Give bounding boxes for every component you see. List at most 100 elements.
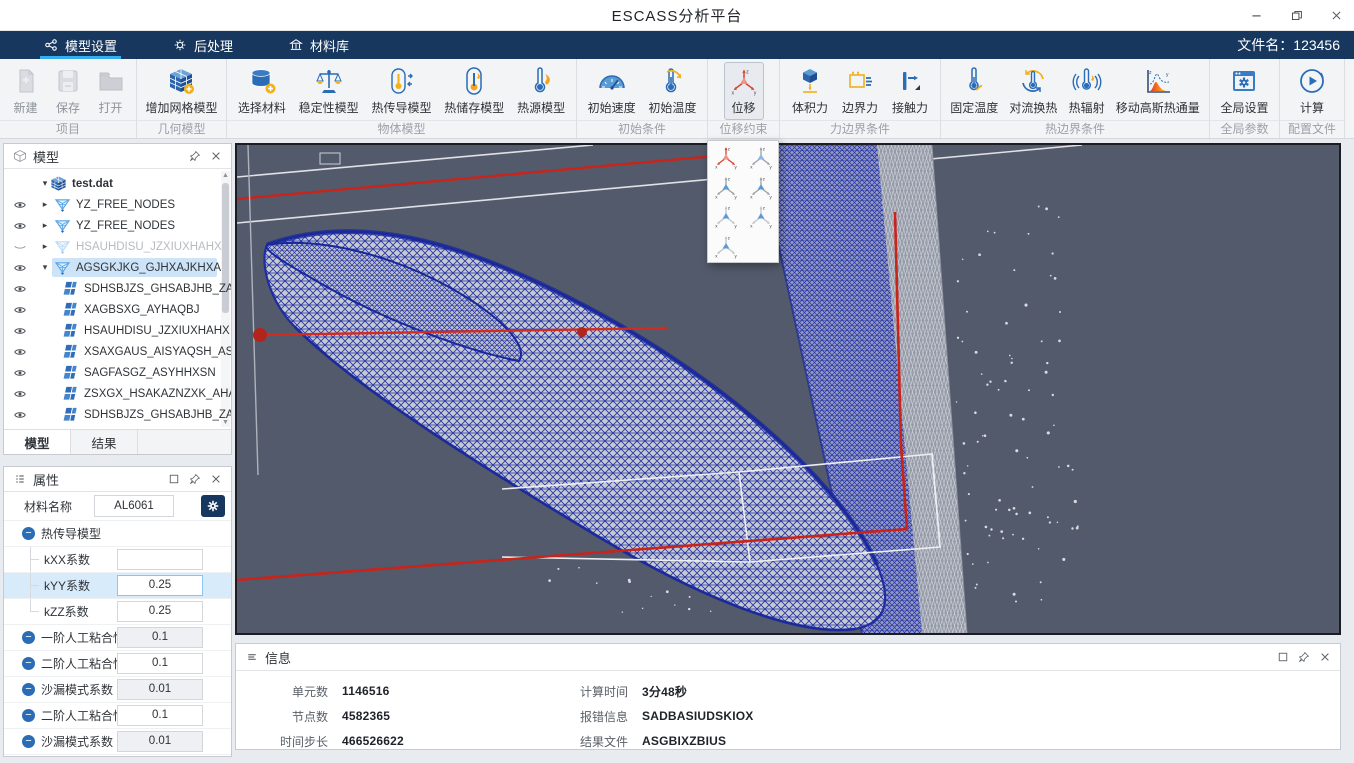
- toolbar-button-boundary-force[interactable]: 边界力: [838, 63, 882, 119]
- caret-right-icon[interactable]: ▸: [40, 241, 50, 252]
- displacement-option-7-triad-blue-z[interactable]: [712, 232, 740, 260]
- material-name-input[interactable]: AL6061: [94, 495, 174, 517]
- toolbar-button-compute-play[interactable]: 计算: [1293, 63, 1331, 119]
- property-value-input[interactable]: [117, 549, 203, 570]
- nav-tab-3[interactable]: 材料库: [277, 31, 361, 59]
- eye-visible-icon[interactable]: [12, 365, 28, 381]
- property-label: 一阶人工粘合性: [41, 629, 125, 646]
- toolbar-button-save[interactable]: 保存: [49, 63, 87, 119]
- tree-item-2[interactable]: ▸YZ_FREE_NODES: [4, 194, 231, 215]
- displacement-option-6-triad-blue-z[interactable]: [747, 202, 775, 230]
- nav-tab-1[interactable]: 模型设置: [32, 31, 129, 59]
- toolbar-button-thermo-source[interactable]: 热源模型: [513, 63, 569, 119]
- gauss-flux-icon: [1143, 66, 1173, 96]
- displacement-option-5-triad-blue-z[interactable]: [712, 202, 740, 230]
- caret-down-icon[interactable]: ▾: [40, 262, 50, 273]
- toolbar-button-contact-force[interactable]: 接触力: [888, 63, 932, 119]
- collapse-minus-icon[interactable]: −: [22, 735, 35, 748]
- property-label: kYY系数: [44, 577, 90, 594]
- displacement-option-1-triad-red-selected[interactable]: [712, 143, 740, 171]
- toolbar-button-folder-open[interactable]: 打开: [92, 63, 130, 119]
- toolbar-button-convection[interactable]: 对流换热: [1005, 63, 1061, 119]
- maximize-icon[interactable]: [1275, 650, 1290, 665]
- eye-visible-icon[interactable]: [12, 302, 28, 318]
- collapse-minus-icon[interactable]: −: [22, 631, 35, 644]
- tree-item-5[interactable]: ▾AGSGKJKG_GJHXAJKHXA: [4, 257, 231, 278]
- tree-item-4[interactable]: ▸HSAUHDISU_JZXIUXHAHX: [4, 236, 231, 257]
- toolbar-button-label: 体积力: [792, 99, 828, 116]
- tree-item-6[interactable]: SDHSBJZS_GHSABJHB_ZAHU: [4, 278, 231, 299]
- triad-blue-z-icon: [713, 233, 739, 259]
- collapse-minus-icon[interactable]: −: [22, 709, 35, 722]
- toolbar-button-thermo-initial[interactable]: 初始温度: [644, 63, 700, 119]
- toolbar-button-label: 位移: [731, 99, 755, 116]
- toolbar-button-thermo-storage[interactable]: 热储存模型: [440, 63, 508, 119]
- triad-blue-z-icon: [713, 203, 739, 229]
- toolbar-button-stability-scale[interactable]: 稳定性模型: [295, 63, 363, 119]
- tree-item-11[interactable]: ZSXGX_HSAKAZNZXK_AHASX: [4, 383, 231, 404]
- property-value-input[interactable]: 0.25: [117, 575, 203, 596]
- collapse-minus-icon[interactable]: −: [22, 683, 35, 696]
- property-value-input[interactable]: 0.1: [117, 627, 203, 648]
- toolbar-button-label: 热传导模型: [371, 99, 431, 116]
- pin-icon[interactable]: [187, 149, 202, 164]
- material-settings-button[interactable]: [201, 495, 225, 517]
- property-value-input[interactable]: 0.1: [117, 653, 203, 674]
- pin-icon[interactable]: [1296, 650, 1311, 665]
- toolbar-button-radiation[interactable]: 热辐射: [1065, 63, 1109, 119]
- eye-visible-icon[interactable]: [12, 344, 28, 360]
- eye-visible-icon[interactable]: [12, 197, 28, 213]
- toolbar-button-file-new[interactable]: 新建: [7, 63, 45, 119]
- tree-item-9[interactable]: XSAXGAUS_AISYAQSH_ASHX: [4, 341, 231, 362]
- property-value-input[interactable]: 0.01: [117, 731, 203, 752]
- caret-right-icon[interactable]: ▸: [40, 220, 50, 231]
- property-value-input[interactable]: 0.25: [117, 601, 203, 622]
- tree-item-10[interactable]: SAGFASGZ_ASYHHXSN: [4, 362, 231, 383]
- toolbar-button-thermo-conduct[interactable]: 热传导模型: [367, 63, 435, 119]
- displacement-option-4-triad-blue-center[interactable]: [747, 173, 775, 201]
- close-icon[interactable]: [208, 472, 223, 487]
- toolbar-button-speed-gauge[interactable]: 初始速度: [584, 63, 640, 119]
- info-value: 4582365: [342, 709, 390, 723]
- displacement-option-3-triad-blue-center[interactable]: [712, 173, 740, 201]
- tree-item-3[interactable]: ▸YZ_FREE_NODES: [4, 215, 231, 236]
- restore-button[interactable]: [1288, 7, 1304, 23]
- toolbar-button-fixed-temp[interactable]: 固定温度: [946, 63, 1002, 119]
- displacement-option-2-triad-gray[interactable]: [747, 143, 775, 171]
- toolbar-button-gauss-flux[interactable]: 移动高斯热通量: [1112, 63, 1204, 119]
- tree-item-8[interactable]: HSAUHDISU_JZXIUXHAHX: [4, 320, 231, 341]
- eye-visible-icon[interactable]: [12, 323, 28, 339]
- panel-tab-1[interactable]: 模型: [4, 430, 71, 454]
- property-value-input[interactable]: 0.1: [117, 705, 203, 726]
- close-icon[interactable]: [208, 149, 223, 164]
- toolbar-button-body-force[interactable]: 体积力: [788, 63, 832, 119]
- viewport-3d[interactable]: [235, 143, 1341, 635]
- tree-item-7[interactable]: XAGBSXG_AYHAQBJ: [4, 299, 231, 320]
- tree-item-1[interactable]: ▾test.dat: [4, 173, 231, 194]
- material-name-row: 材料名称 AL6061: [4, 492, 231, 521]
- collapse-minus-icon[interactable]: −: [22, 657, 35, 670]
- eye-hidden-icon[interactable]: [12, 239, 28, 255]
- caret-right-icon[interactable]: ▸: [40, 199, 50, 210]
- toolbar-button-mesh-cube-add[interactable]: 增加网格模型: [141, 63, 221, 119]
- close-icon[interactable]: [1317, 650, 1332, 665]
- minimize-button[interactable]: [1248, 7, 1264, 23]
- eye-visible-icon[interactable]: [12, 260, 28, 276]
- eye-visible-icon[interactable]: [12, 218, 28, 234]
- eye-visible-icon[interactable]: [12, 386, 28, 402]
- maximize-icon[interactable]: [166, 472, 181, 487]
- panel-tab-2[interactable]: 结果: [71, 430, 138, 454]
- property-value-input[interactable]: 0.01: [117, 679, 203, 700]
- collapse-minus-icon[interactable]: −: [22, 527, 35, 540]
- toolbar-button-material-db-add[interactable]: 选择材料: [234, 63, 290, 119]
- eye-visible-icon[interactable]: [12, 281, 28, 297]
- toolbar-button-axis-triad-red[interactable]: 位移: [725, 63, 763, 119]
- eye-visible-icon[interactable]: [12, 407, 28, 423]
- close-button[interactable]: [1328, 7, 1344, 23]
- caret-down-icon[interactable]: ▾: [40, 178, 50, 189]
- toolbar-button-global-settings[interactable]: 全局设置: [1216, 63, 1272, 119]
- nav-tab-2[interactable]: 后处理: [161, 31, 245, 59]
- scroll-up-icon[interactable]: ▲: [221, 171, 230, 180]
- tree-item-12[interactable]: SDHSBJZS_GHSABJHB_ZAHU: [4, 404, 231, 425]
- pin-icon[interactable]: [187, 472, 202, 487]
